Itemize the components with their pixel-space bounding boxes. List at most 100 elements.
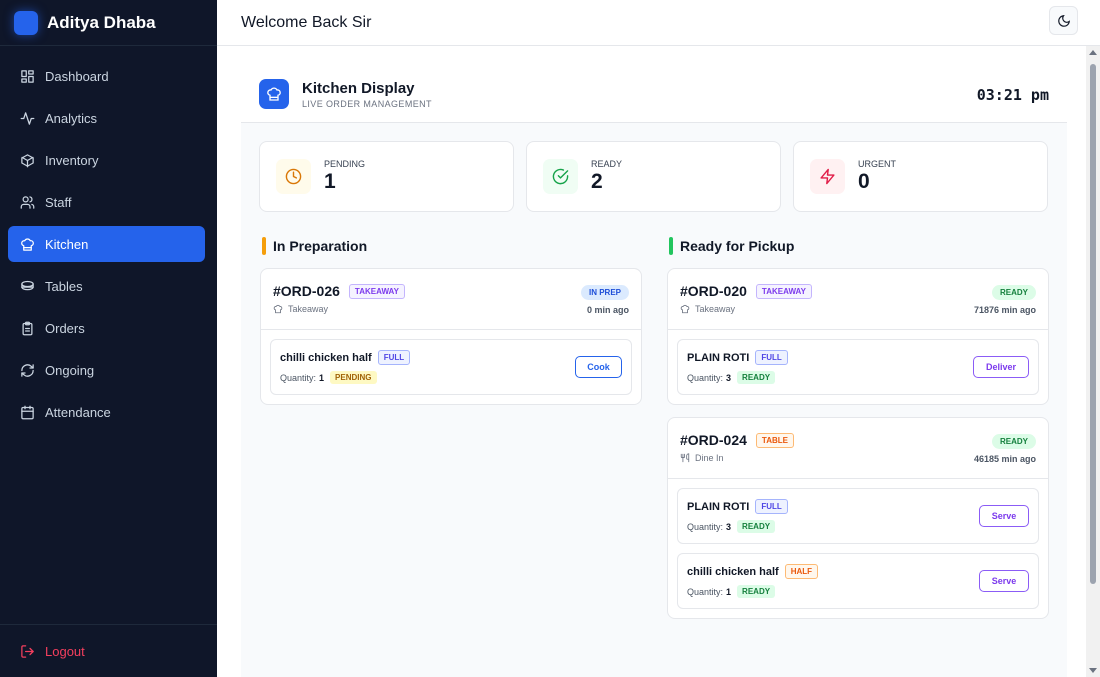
clipboard-icon <box>22 321 33 335</box>
order-items: chilli chicken half FULL Quantity: 1 PEN… <box>261 330 641 404</box>
scroll-thumb[interactable] <box>1090 64 1096 584</box>
column-accent-bar <box>262 237 266 255</box>
clock-icon <box>276 159 311 194</box>
quantity-label: Quantity: <box>280 372 317 383</box>
stat-card-urgent: URGENT 0 <box>793 141 1048 212</box>
preparation-column: In Preparation #ORD-026 TAKEAWAY Takeawa… <box>260 237 642 405</box>
kitchen-panel: Kitchen Display LIVE ORDER MANAGEMENT 03… <box>241 66 1067 677</box>
stat-label: PENDING <box>324 159 366 169</box>
kitchen-header: Kitchen Display LIVE ORDER MANAGEMENT 03… <box>241 66 1067 123</box>
scroll-up-arrow[interactable] <box>1089 50 1097 55</box>
item-name: chilli chicken half <box>687 565 779 578</box>
order-type-tag: TAKEAWAY <box>755 283 812 299</box>
brand-name: Aditya Dhaba <box>47 12 156 32</box>
order-type: Takeaway <box>273 304 629 314</box>
order-header: #ORD-024 TABLE Dine In READY 46185 min a… <box>668 418 1048 479</box>
elapsed-time: 71876 min ago <box>973 305 1036 315</box>
sidebar-item-dashboard[interactable]: Dashboard <box>8 58 205 94</box>
sidebar-item-label: Attendance <box>45 404 111 420</box>
item-status-badge: PENDING <box>330 371 377 384</box>
portion-tag: HALF <box>784 564 819 579</box>
sidebar-item-label: Dashboard <box>45 68 109 84</box>
page-subtitle: LIVE ORDER MANAGEMENT <box>302 98 432 109</box>
quantity-label: Quantity: <box>687 586 724 597</box>
sidebar-item-staff[interactable]: Staff <box>8 184 205 220</box>
stat-card-pending: PENDING 1 <box>259 141 514 212</box>
status-badge: READY <box>991 285 1036 300</box>
sidebar-item-label: Analytics <box>45 110 98 126</box>
order-type-label: Takeaway <box>288 304 329 314</box>
order-id: #ORD-026 <box>273 283 340 299</box>
logout-section: Logout <box>0 624 217 675</box>
theme-toggle-button[interactable] <box>1049 6 1078 35</box>
portion-tag: FULL <box>377 350 411 365</box>
order-type-tag: TABLE <box>755 432 794 448</box>
dashboard-icon <box>21 69 34 83</box>
logout-label: Logout <box>45 643 85 659</box>
order-id: #ORD-020 <box>680 283 747 299</box>
portion-tag: FULL <box>755 350 788 365</box>
topbar: Welcome Back Sir <box>217 0 1100 46</box>
stat-label: READY <box>591 159 623 169</box>
brand[interactable]: Aditya Dhaba <box>0 0 217 46</box>
sidebar-item-attendance[interactable]: Attendance <box>8 394 205 430</box>
sidebar-item-tables[interactable]: Tables <box>8 268 205 304</box>
item-status-badge: READY <box>737 520 776 533</box>
logout-button[interactable]: Logout <box>8 633 205 669</box>
calendar-icon <box>21 405 34 419</box>
column-title-text: Ready for Pickup <box>680 238 795 254</box>
vertical-scrollbar[interactable] <box>1086 46 1100 677</box>
page-title: Kitchen Display <box>302 79 415 97</box>
order-items: PLAIN ROTI FULL Quantity: 3 READY Serve <box>668 479 1048 618</box>
elapsed-time: 46185 min ago <box>973 454 1036 464</box>
order-type-label: Takeaway <box>695 304 736 314</box>
item-name: chilli chicken half <box>280 351 372 364</box>
order-header: #ORD-026 TAKEAWAY Takeaway IN PREP 0 min… <box>261 269 641 330</box>
stat-value: 0 <box>858 170 870 193</box>
quantity-value: 1 <box>319 372 325 383</box>
portion-tag: FULL <box>755 499 788 514</box>
sidebar-item-label: Orders <box>45 320 85 336</box>
chef-hat-icon <box>273 304 283 314</box>
utensils-icon <box>680 453 690 463</box>
chef-hat-icon <box>680 304 690 314</box>
order-type-tag: TAKEAWAY <box>348 283 405 299</box>
zap-icon <box>810 159 845 194</box>
status-badge: IN PREP <box>580 285 629 300</box>
scroll-down-arrow[interactable] <box>1089 668 1097 673</box>
column-title: In Preparation <box>262 237 642 255</box>
stat-value: 2 <box>591 170 603 193</box>
package-icon <box>21 153 34 167</box>
column-accent-bar <box>669 237 673 255</box>
cook-button[interactable]: Cook <box>575 356 622 378</box>
sidebar: Aditya Dhaba Dashboard Analytics Invento… <box>0 0 217 677</box>
order-items: PLAIN ROTI FULL Quantity: 3 READY Delive… <box>668 330 1048 404</box>
sidebar-item-kitchen[interactable]: Kitchen <box>8 226 205 262</box>
sidebar-item-inventory[interactable]: Inventory <box>8 142 205 178</box>
table-icon <box>21 280 34 290</box>
elapsed-time: 0 min ago <box>586 305 629 315</box>
clock: 03:21 pm <box>976 86 1049 104</box>
deliver-button[interactable]: Deliver <box>973 356 1029 378</box>
column-title-text: In Preparation <box>273 238 368 254</box>
sidebar-item-analytics[interactable]: Analytics <box>8 100 205 136</box>
stat-card-ready: READY 2 <box>526 141 781 212</box>
sidebar-nav: Dashboard Analytics Inventory Staff Kitc… <box>0 46 217 430</box>
chef-hat-icon <box>259 79 289 109</box>
order-type-label: Dine In <box>695 453 724 463</box>
serve-button[interactable]: Serve <box>979 570 1029 592</box>
order-card: #ORD-024 TABLE Dine In READY 46185 min a… <box>667 417 1049 619</box>
users-icon <box>20 195 35 209</box>
chef-hat-icon <box>21 237 34 251</box>
sidebar-item-ongoing[interactable]: Ongoing <box>8 352 205 388</box>
status-badge: READY <box>991 434 1036 449</box>
sidebar-item-orders[interactable]: Orders <box>8 310 205 346</box>
item-name: PLAIN ROTI <box>687 500 750 513</box>
order-card: #ORD-026 TAKEAWAY Takeaway IN PREP 0 min… <box>260 268 642 405</box>
quantity-value: 3 <box>726 521 732 532</box>
quantity-value: 1 <box>726 586 732 597</box>
serve-button[interactable]: Serve <box>979 505 1029 527</box>
refresh-icon <box>21 363 34 377</box>
item-status-badge: READY <box>737 371 776 384</box>
column-title: Ready for Pickup <box>669 237 1049 255</box>
